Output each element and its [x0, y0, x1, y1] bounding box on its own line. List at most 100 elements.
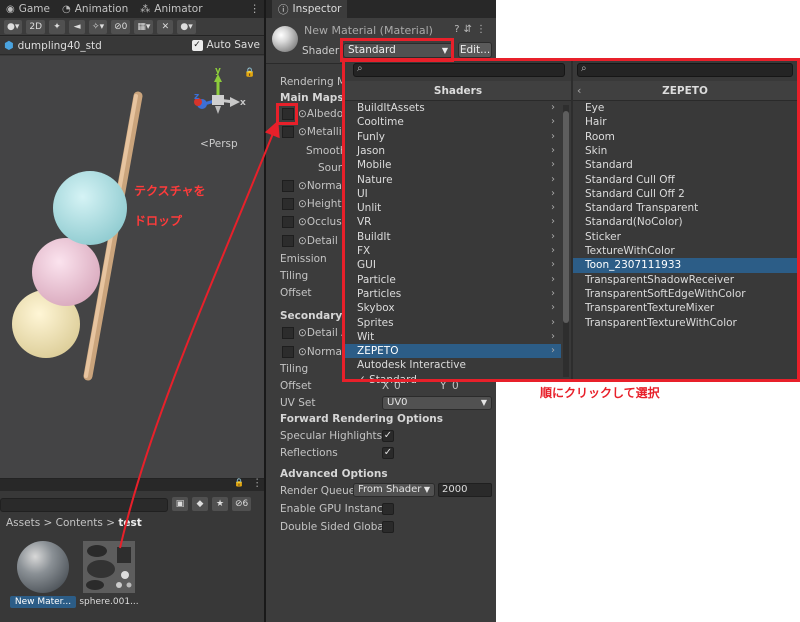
filter-label-icon[interactable]: ◆	[192, 497, 208, 511]
normal-map-label: ⊙Normal	[298, 180, 345, 192]
occlusion-texture-slot[interactable]	[282, 216, 294, 228]
offset-label: Offset	[280, 287, 312, 299]
normal-texture-slot[interactable]	[282, 180, 294, 192]
offset2-label: Offset	[280, 380, 312, 392]
enable-gpu-instancing-checkbox[interactable]	[382, 503, 394, 515]
picker-icon: ⊙	[298, 126, 307, 138]
project-tabbar: 🔒 ⋮	[0, 477, 264, 491]
detail-albedo-texture-slot[interactable]	[282, 327, 294, 339]
audio-icon[interactable]: ◄	[69, 19, 86, 34]
breadcrumb-separator: >	[106, 517, 119, 529]
detail-albedo-label: ⊙Detail A	[298, 327, 349, 339]
material-preview-sphere	[272, 26, 298, 52]
albedo-label: ⊙Albedo	[298, 108, 344, 120]
forward-rendering-heading: Forward Rendering Options	[280, 413, 444, 425]
header-actions: ?⇵⋮	[454, 24, 490, 35]
more-menu-icon[interactable]: ⋮	[250, 3, 261, 15]
metallic-label: ⊙Metallic	[298, 126, 348, 138]
picker-icon: ⊙	[298, 216, 307, 228]
toggle-2d-button[interactable]: 2D	[26, 19, 46, 34]
gizmo-x-label: x	[240, 98, 246, 108]
project-search-input[interactable]	[0, 498, 168, 512]
inspector-tabbar: ⓘ Inspector	[266, 0, 496, 18]
annotation-drop-texture-2: ドロップ	[134, 214, 183, 228]
persp-icon: <	[200, 138, 209, 150]
specular-highlights-label: Specular Highlights	[280, 430, 383, 442]
specular-highlights-checkbox[interactable]: ✓	[382, 430, 394, 442]
edit-shader-button[interactable]: Edit...	[458, 42, 492, 58]
detail-normal-label: ⊙Normal	[298, 346, 345, 358]
annotation-box-albedo-slot	[276, 103, 298, 125]
render-queue-input[interactable]: 2000	[438, 483, 492, 497]
grid-icon[interactable]: ▦▾	[134, 19, 154, 34]
smoothness-label: Smooth	[306, 145, 347, 157]
double-sided-gi-label: Double Sided Global I	[280, 521, 394, 533]
tab-animation[interactable]: ◔ Animation	[56, 0, 134, 18]
asset-sphere-texture[interactable]: sphere.001...	[76, 541, 142, 608]
render-queue-dropdown[interactable]: From Shader ▼	[353, 483, 435, 497]
reflections-label: Reflections	[280, 447, 338, 459]
animator-icon: ⁂	[140, 3, 151, 15]
scene-viewport[interactable]: 🔒 y x z <Persp テクスチャを ドロップ	[0, 56, 264, 478]
picker-icon: ⊙	[298, 180, 307, 192]
auto-save-toggle[interactable]: ✓ Auto Save	[191, 39, 260, 51]
breadcrumb-assets[interactable]: Assets	[6, 517, 40, 529]
detail-mask-texture-slot[interactable]	[282, 235, 294, 247]
tab-game[interactable]: ◉ Game	[0, 0, 56, 18]
chevron-down-icon: ▼	[423, 485, 430, 494]
tiling2-label: Tiling	[280, 363, 309, 375]
orientation-gizmo	[194, 74, 240, 114]
texture-thumbnail	[83, 541, 135, 593]
double-sided-gi-checkbox[interactable]	[382, 521, 394, 533]
picker-icon: ⊙	[298, 108, 307, 120]
lighting-icon[interactable]: ✦	[49, 19, 66, 34]
shading-mode-button[interactable]: ●▾	[4, 19, 23, 34]
annotation-click-in-order: 順にクリックして選択	[540, 386, 660, 400]
prefab-bar: ⬢ dumpling40_std ✓ Auto Save	[0, 37, 264, 55]
more-menu-icon[interactable]: ⋮	[476, 24, 490, 35]
effects-icon[interactable]: ✧▾	[89, 19, 108, 34]
metallic-texture-slot[interactable]	[282, 126, 294, 138]
enable-gpu-instancing-label: Enable GPU Instancin	[280, 503, 393, 515]
breadcrumb-test[interactable]: test	[118, 517, 141, 529]
height-texture-slot[interactable]	[282, 198, 294, 210]
cube-icon: ⬢	[4, 39, 14, 52]
more-menu-icon[interactable]: ⋮	[252, 477, 263, 489]
tab-animator[interactable]: ⁂ Animator	[134, 0, 208, 18]
material-sphere-thumbnail	[17, 541, 69, 593]
breadcrumb-separator: >	[43, 517, 56, 529]
hidden-objects-button[interactable]: ⊘ 0	[111, 19, 131, 34]
project-filter-icons: ▣ ◆ ★ ⊘ 6	[172, 497, 252, 511]
favorite-icon[interactable]: ★	[212, 497, 228, 511]
picker-icon: ⊙	[298, 327, 307, 339]
annotation-drop-texture-1: テクスチャを	[134, 184, 206, 198]
filter-type-icon[interactable]: ▣	[172, 497, 188, 511]
reflections-checkbox[interactable]: ✓	[382, 447, 394, 459]
scene-toolbar: ●▾ 2D ✦ ◄ ✧▾ ⊘ 0 ▦▾ ✕ ●▾	[0, 18, 264, 36]
asset-label: New Mater...	[10, 596, 76, 608]
picker-icon: ⊙	[298, 235, 307, 247]
emission-label: Emission	[280, 253, 327, 265]
tab-inspector[interactable]: ⓘ Inspector	[272, 0, 348, 18]
gizmo-y-label: y	[215, 66, 221, 76]
scene-tabbar: ◉ Game ◔ Animation ⁂ Animator ⋮	[0, 0, 264, 18]
persp-toggle[interactable]: <Persp	[200, 138, 238, 150]
hidden-packages-button[interactable]: ⊘ 6	[232, 497, 252, 511]
lock-icon[interactable]: 🔒	[234, 478, 244, 487]
breadcrumb-contents[interactable]: Contents	[56, 517, 103, 529]
material-title: New Material (Material)	[304, 24, 433, 37]
chevron-down-icon: ▼	[480, 398, 487, 407]
shader-label: Shader	[302, 45, 340, 57]
asset-new-material[interactable]: New Mater...	[10, 541, 76, 608]
uv-set-dropdown[interactable]: UV0 ▼	[382, 396, 492, 410]
lock-icon[interactable]: 🔒	[244, 68, 255, 78]
detail-normal-texture-slot[interactable]	[282, 346, 294, 358]
scene-panel: ◉ Game ◔ Animation ⁂ Animator ⋮ ●▾ 2D ✦ ◄ ✧…	[0, 0, 264, 478]
breadcrumb: Assets > Contents > test	[6, 517, 142, 529]
tools-icon[interactable]: ✕	[157, 19, 174, 34]
info-icon: ⓘ	[278, 3, 289, 16]
gizmos-button[interactable]: ●▾	[177, 19, 196, 34]
project-panel: 🔒 ⋮ ▣ ◆ ★ ⊘ 6 Assets > Contents > test Ne…	[0, 477, 264, 622]
help-icon[interactable]: ?	[454, 24, 463, 35]
settings-icon[interactable]: ⇵	[464, 24, 476, 35]
